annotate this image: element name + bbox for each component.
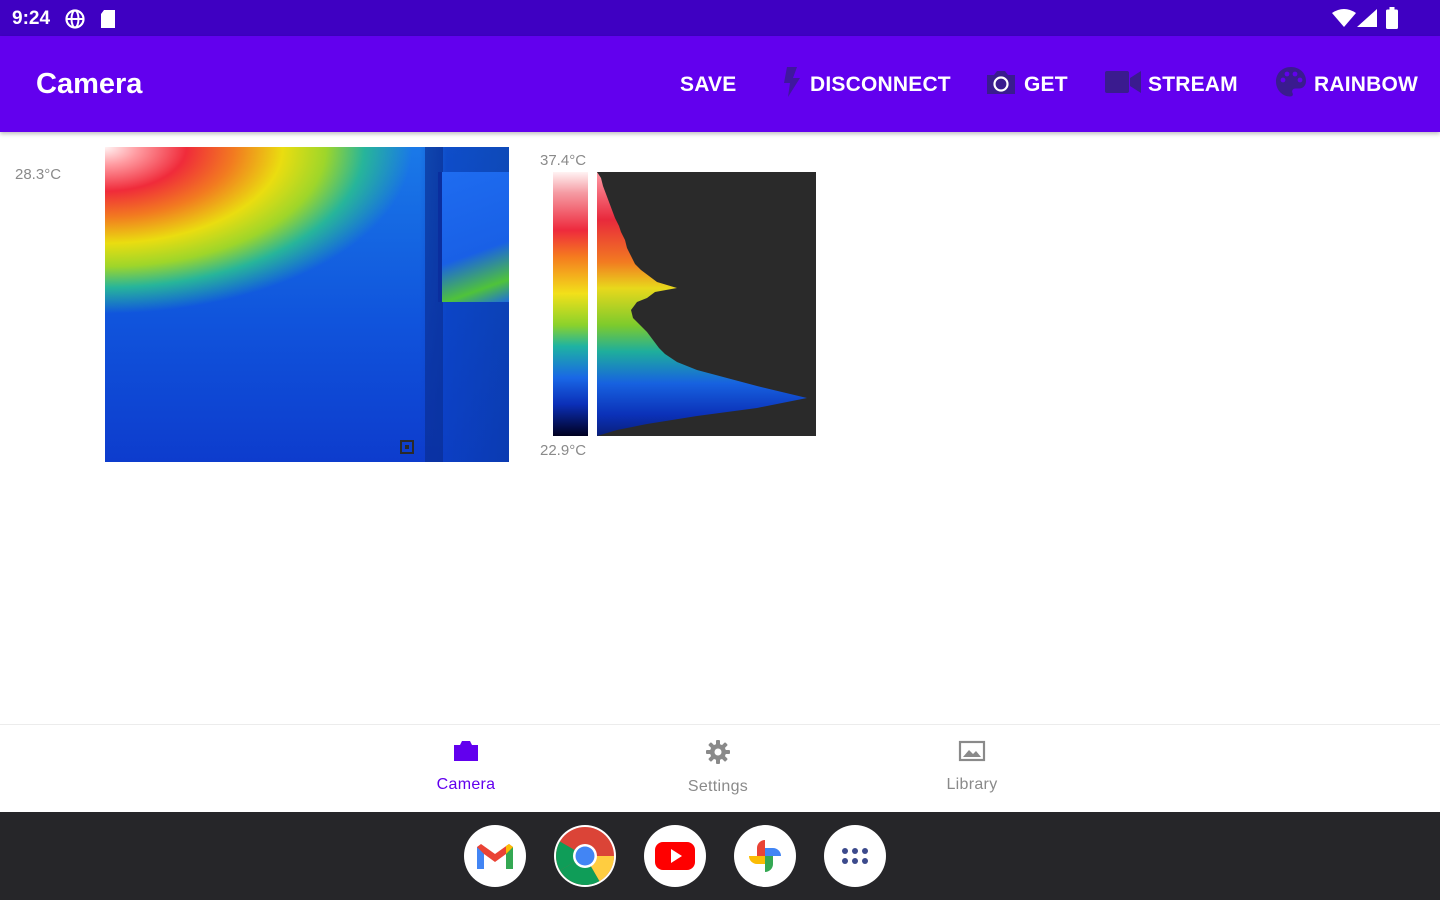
status-bar: 9:24 [0,0,1440,36]
photos-icon[interactable] [734,825,796,887]
app-bar: Camera SAVE DISCONNECT GET STREAM RAINBO… [0,36,1440,132]
nav-item-settings[interactable]: Settings [648,739,788,803]
nav-label-library: Library [946,776,998,793]
wifi-icon [1332,9,1356,32]
chrome-icon[interactable] [554,825,616,887]
spot-crosshair[interactable] [400,440,414,454]
histogram-graph [597,172,807,436]
nav-label-settings: Settings [687,778,749,795]
sd-card-icon [99,9,117,34]
disconnect-button[interactable]: DISCONNECT [778,67,951,100]
get-button[interactable]: GET [984,70,1068,100]
signal-icon [1357,9,1377,32]
nav-label-camera: Camera [436,776,496,793]
nav-item-camera[interactable]: Camera [396,739,536,803]
camera-nav-icon [452,741,480,767]
app-title: Camera [36,68,143,100]
camera-icon [984,68,1024,102]
palette-button[interactable]: RAINBOW [1274,67,1419,100]
spot-temperature: 28.3°C [15,166,62,183]
color-scale-bar [553,172,588,436]
youtube-icon[interactable] [644,825,706,887]
status-time: 9:24 [12,8,51,29]
vpn-globe-icon [64,8,86,35]
battery-icon [1386,7,1398,34]
get-label: GET [1024,73,1068,96]
bottom-navigation: Camera Settings Library [0,724,1440,813]
flash-off-icon [778,66,810,104]
thermal-image-window-region [438,172,509,302]
app-drawer-icon[interactable] [824,825,886,887]
stream-button[interactable]: STREAM [1104,70,1238,100]
save-label: SAVE [680,73,737,96]
scale-min-temperature: 22.9°C [540,442,587,459]
palette-icon [1274,65,1314,105]
scale-max-temperature: 37.4°C [540,152,587,169]
palette-label: RAINBOW [1314,73,1419,96]
temperature-histogram [597,172,816,436]
disconnect-label: DISCONNECT [810,73,951,96]
videocam-icon [1104,69,1148,101]
gmail-icon[interactable] [464,825,526,887]
stream-label: STREAM [1148,73,1238,96]
image-icon [958,740,986,767]
thermal-image[interactable] [105,147,509,462]
save-button[interactable]: SAVE [680,70,736,100]
gear-icon [705,740,731,769]
taskbar [0,812,1440,900]
nav-item-library[interactable]: Library [902,739,1042,803]
